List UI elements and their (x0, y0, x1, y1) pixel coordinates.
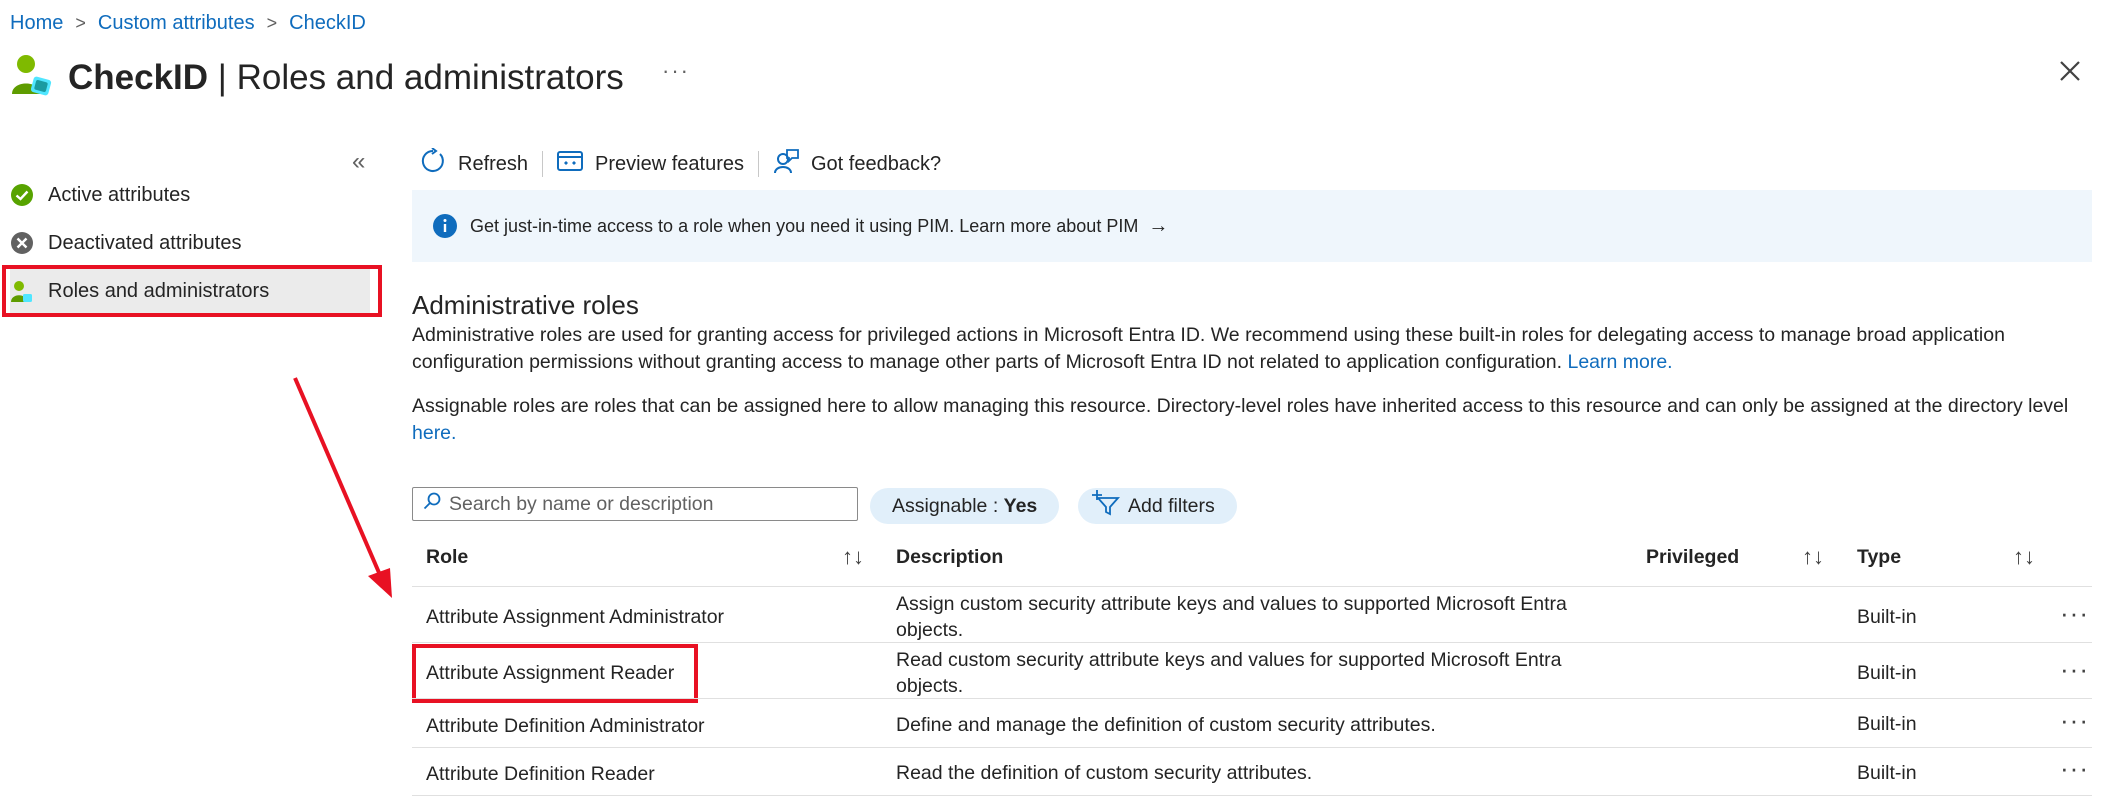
column-header-privileged[interactable]: Privileged (1646, 546, 1739, 569)
pim-info-banner: Get just-in-time access to a role when y… (412, 190, 2092, 262)
add-filter-icon (1092, 490, 1121, 522)
assignable-roles-paragraph: Assignable roles are roles that can be a… (412, 395, 2069, 444)
feedback-button[interactable]: Got feedback? (759, 148, 955, 180)
role-name[interactable]: Attribute Definition Reader (426, 763, 655, 786)
learn-more-link[interactable]: Learn more. (1567, 351, 1672, 373)
role-type: Built-in (1857, 762, 1917, 784)
role-type: Built-in (1857, 606, 1917, 628)
row-more-icon[interactable]: ··· (2060, 654, 2089, 685)
sidebar-item-deactivated-attributes[interactable]: Deactivated attributes (10, 221, 370, 265)
column-header-description: Description (896, 546, 1004, 568)
command-bar: Refresh Preview features Got feedback? (420, 144, 955, 184)
sidebar-item-label: Active attributes (48, 183, 191, 206)
feedback-icon (773, 148, 799, 180)
info-icon (432, 213, 458, 239)
chevron-right-icon: > (75, 13, 86, 33)
page-header: CheckID | Roles and administrators (10, 50, 624, 105)
arrow-right-icon[interactable]: → (1148, 215, 1168, 238)
search-input[interactable]: Search by name or description (412, 487, 858, 521)
refresh-icon (420, 147, 446, 180)
annotation-arrow (293, 377, 392, 598)
x-circle-icon (10, 231, 34, 255)
role-name[interactable]: Attribute Definition Administrator (426, 715, 705, 738)
role-description: Read the definition of custom security a… (896, 762, 1313, 784)
directory-level-here-link[interactable]: here. (412, 422, 456, 444)
sort-icon[interactable]: ↑↓ (2013, 544, 2035, 570)
breadcrumb-custom-attributes[interactable]: Custom attributes (98, 12, 255, 35)
user-admin-icon (10, 50, 54, 105)
column-header-type[interactable]: Type (1857, 546, 1901, 569)
breadcrumb-checkid[interactable]: CheckID (289, 12, 366, 35)
row-more-icon[interactable]: ··· (2060, 753, 2089, 784)
row-more-icon[interactable]: ··· (2060, 598, 2089, 629)
role-description: Read custom security attribute keys and … (896, 649, 1562, 697)
sort-icon[interactable]: ↑↓ (1802, 544, 1824, 570)
row-more-icon[interactable]: ··· (2060, 705, 2089, 736)
section-title: Administrative roles (412, 290, 639, 320)
role-name[interactable]: Attribute Assignment Administrator (426, 606, 724, 629)
refresh-button[interactable]: Refresh (420, 147, 542, 180)
table-divider (412, 795, 2092, 796)
description-paragraph: Administrative roles are used for granti… (412, 324, 2005, 373)
close-icon[interactable] (2053, 54, 2087, 88)
role-description: Define and manage the definition of cust… (896, 714, 1436, 736)
sidebar-item-label: Deactivated attributes (48, 231, 242, 254)
search-placeholder: Search by name or description (449, 492, 714, 515)
highlight-box-role (412, 644, 698, 703)
add-filters-button[interactable]: Add filters (1078, 488, 1237, 524)
column-header-role[interactable]: Role (426, 546, 468, 569)
role-type: Built-in (1857, 713, 1917, 735)
breadcrumb: Home > Custom attributes > CheckID (10, 12, 366, 35)
preview-features-button[interactable]: Preview features (543, 149, 758, 179)
sidebar-item-active-attributes[interactable]: Active attributes (10, 173, 370, 217)
more-options-icon[interactable]: ··· (662, 58, 690, 84)
breadcrumb-home[interactable]: Home (10, 12, 63, 35)
chevron-right-icon: > (266, 13, 278, 33)
banner-text[interactable]: Get just-in-time access to a role when y… (470, 216, 1138, 237)
sort-icon[interactable]: ↑↓ (842, 544, 864, 570)
search-icon (423, 492, 441, 516)
highlight-box-sidebar (2, 265, 382, 317)
role-type: Built-in (1857, 662, 1917, 684)
preview-features-icon (557, 149, 584, 179)
assignable-filter-pill[interactable]: Assignable : Yes (870, 488, 1060, 524)
collapse-sidebar-icon[interactable]: « (352, 148, 365, 176)
role-description: Assign custom security attribute keys an… (896, 593, 1567, 641)
check-circle-icon (10, 183, 34, 207)
page-title: CheckID | Roles and administrators (68, 57, 624, 97)
